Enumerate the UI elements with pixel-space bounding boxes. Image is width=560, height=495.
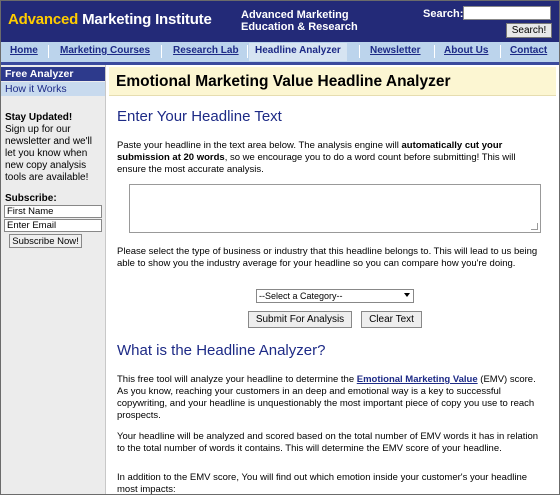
site-tagline: Advanced Marketing Education & Research [241, 9, 358, 33]
intro-text-part1: Paste your headline in the text area bel… [117, 140, 402, 151]
site-header: Advanced Marketing Institute Advanced Ma… [1, 1, 559, 42]
sidebar-item-how-it-works[interactable]: How it Works [1, 82, 105, 96]
nav-divider [500, 45, 501, 58]
tagline-line1: Advanced Marketing [241, 9, 349, 21]
nav-contact[interactable]: Contact [510, 45, 547, 56]
tagline-line2: Education & Research [241, 21, 358, 33]
first-name-field[interactable] [4, 205, 102, 218]
sidebar-item-free-analyzer[interactable]: Free Analyzer [1, 67, 105, 81]
site-logo[interactable]: Advanced Marketing Institute [8, 11, 212, 28]
nav-newsletter[interactable]: Newsletter [370, 45, 421, 56]
category-instructions: Please select the type of business or in… [117, 246, 538, 269]
sidebar: Free Analyzer How it Works Stay Updated!… [1, 65, 106, 494]
intro-text: Paste your headline in the text area bel… [117, 140, 542, 176]
logo-brand: Advanced [8, 11, 83, 28]
page-title-bar: Emotional Marketing Value Headline Analy… [109, 67, 556, 96]
nav-divider [48, 45, 49, 58]
subscribe-heading: Subscribe: [5, 193, 57, 204]
category-select[interactable]: --Select a Category-- [256, 289, 414, 303]
submit-analysis-button[interactable]: Submit For Analysis [248, 311, 352, 328]
nav-divider [359, 45, 360, 58]
page-frame: Advanced Marketing Institute Advanced Ma… [0, 0, 560, 495]
chevron-down-icon [404, 293, 410, 297]
nav-divider [161, 45, 162, 58]
page-title: Emotional Marketing Value Headline Analy… [116, 73, 451, 90]
nav-research-lab[interactable]: Research Lab [173, 45, 239, 56]
stay-updated-text: Sign up for our newsletter and we'll let… [5, 124, 92, 183]
what-is-heading: What is the Headline Analyzer? [117, 342, 326, 359]
email-field[interactable] [4, 219, 102, 232]
what-is-paragraph-1: This free tool will analyze your headlin… [117, 374, 542, 422]
search-input[interactable] [463, 6, 551, 20]
search-button[interactable]: Search! [506, 23, 552, 38]
search-label: Search: [423, 8, 464, 20]
logo-rest: Marketing Institute [82, 11, 212, 28]
what-is-paragraph-3: In addition to the EMV score, You will f… [117, 472, 528, 495]
nav-headline-analyzer[interactable]: Headline Analyzer [249, 43, 347, 61]
nav-divider [247, 45, 248, 58]
nav-marketing-courses[interactable]: Marketing Courses [60, 45, 150, 56]
main-content: Emotional Marketing Value Headline Analy… [106, 65, 559, 495]
nav-about-us[interactable]: About Us [444, 45, 488, 56]
what-p1-part1: This free tool will analyze your headlin… [117, 374, 357, 385]
clear-text-button[interactable]: Clear Text [361, 311, 422, 328]
resize-handle-icon[interactable] [531, 223, 538, 230]
nav-divider [434, 45, 435, 58]
emv-link[interactable]: Emotional Marketing Value [357, 374, 478, 385]
headline-textarea[interactable] [129, 184, 541, 233]
subscribe-button[interactable]: Subscribe Now! [9, 234, 82, 248]
nav-home[interactable]: Home [10, 45, 38, 56]
main-nav: Home Marketing Courses Research Lab Head… [1, 42, 559, 65]
what-is-paragraph-2: Your headline will be analyzed and score… [117, 431, 539, 454]
enter-headline-heading: Enter Your Headline Text [117, 108, 282, 125]
stay-updated-heading: Stay Updated! [5, 112, 73, 123]
category-select-value: --Select a Category-- [259, 291, 343, 301]
